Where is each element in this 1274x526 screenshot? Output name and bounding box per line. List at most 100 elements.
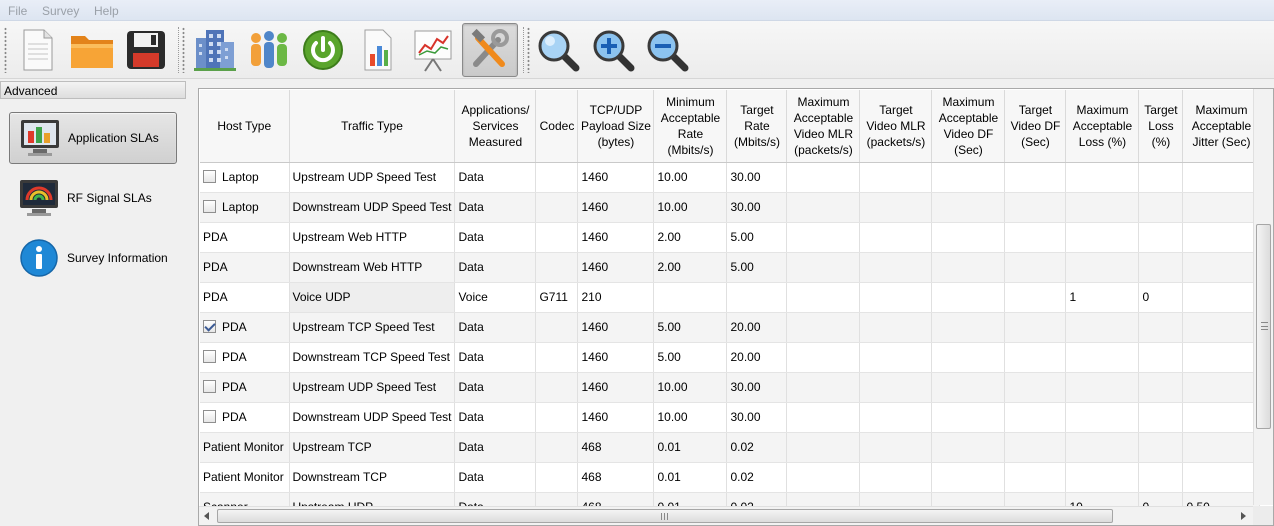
table-cell[interactable]	[859, 282, 933, 313]
table-cell[interactable]	[1004, 432, 1067, 463]
table-cell[interactable]	[931, 282, 1006, 313]
table-cell[interactable]	[1182, 312, 1261, 343]
table-cell[interactable]: Data	[454, 312, 537, 343]
new-document-button[interactable]	[12, 24, 64, 76]
table-cell[interactable]: 210	[577, 282, 655, 313]
vertical-scrollbar[interactable]	[1253, 89, 1273, 505]
table-cell[interactable]: PDA	[200, 222, 290, 253]
table-cell[interactable]: Upstream UDP Speed Test	[289, 162, 456, 193]
table-cell[interactable]	[1004, 252, 1067, 283]
column-header[interactable]: Applications/ Services Measured	[454, 90, 537, 163]
table-cell[interactable]: 5.00	[726, 222, 788, 253]
table-cell[interactable]	[859, 192, 933, 223]
report-button[interactable]	[351, 24, 403, 76]
table-cell[interactable]	[859, 252, 933, 283]
table-cell[interactable]	[1138, 162, 1184, 193]
menu-file[interactable]: File	[8, 4, 27, 18]
table-cell[interactable]	[1065, 162, 1140, 193]
table-cell[interactable]: Upstream UDP Speed Test	[289, 372, 456, 403]
table-cell[interactable]	[786, 222, 861, 253]
table-cell[interactable]: 2.00	[653, 222, 728, 253]
table-cell[interactable]: 0.01	[653, 432, 728, 463]
table-cell[interactable]: Data	[454, 222, 537, 253]
table-cell[interactable]: 10.00	[653, 162, 728, 193]
table-cell[interactable]	[535, 342, 579, 373]
table-cell[interactable]: Voice	[454, 282, 537, 313]
table-cell[interactable]	[859, 462, 933, 493]
table-cell[interactable]	[931, 402, 1006, 433]
table-cell[interactable]	[1182, 342, 1261, 373]
table-cell[interactable]	[1004, 192, 1067, 223]
table-cell[interactable]	[535, 402, 579, 433]
table-cell[interactable]: Laptop	[200, 162, 290, 193]
table-cell[interactable]	[1065, 342, 1140, 373]
table-cell[interactable]	[1182, 282, 1261, 313]
table-cell[interactable]	[931, 462, 1006, 493]
table-cell[interactable]	[535, 222, 579, 253]
table-cell[interactable]	[1065, 372, 1140, 403]
table-cell[interactable]	[1138, 372, 1184, 403]
column-header[interactable]: Codec	[535, 90, 579, 163]
table-cell[interactable]: Data	[454, 252, 537, 283]
table-cell[interactable]	[1065, 402, 1140, 433]
table-cell[interactable]: 10.00	[653, 372, 728, 403]
table-cell[interactable]: 10.00	[653, 402, 728, 433]
table-cell[interactable]	[535, 432, 579, 463]
table-cell[interactable]	[1065, 312, 1140, 343]
table-cell[interactable]	[859, 222, 933, 253]
table-row[interactable]: Patient Monitor Upstream TCP Data 468 0.01 0.…	[200, 432, 1261, 463]
table-cell[interactable]: PDA	[200, 282, 290, 313]
table-cell[interactable]: Downstream UDP Speed Test	[289, 192, 456, 223]
column-header[interactable]: Maximum Acceptable Jitter (Sec)	[1182, 90, 1261, 163]
table-cell[interactable]	[786, 312, 861, 343]
column-header[interactable]: Target Rate (Mbits/s)	[726, 90, 788, 163]
column-header[interactable]: Host Type	[200, 90, 290, 163]
table-cell[interactable]	[786, 342, 861, 373]
toolbar-grip[interactable]	[527, 27, 530, 73]
table-cell[interactable]	[726, 282, 788, 313]
table-cell[interactable]	[786, 162, 861, 193]
table-cell[interactable]: PDA	[200, 342, 290, 373]
table-cell[interactable]	[1004, 282, 1067, 313]
table-cell[interactable]: 30.00	[726, 402, 788, 433]
horizontal-scroll-thumb[interactable]	[217, 509, 1113, 523]
table-cell[interactable]: Upstream Web HTTP	[289, 222, 456, 253]
table-cell[interactable]	[1065, 462, 1140, 493]
table-cell[interactable]	[931, 192, 1006, 223]
table-cell[interactable]: 1460	[577, 252, 655, 283]
table-cell[interactable]: 1460	[577, 372, 655, 403]
table-cell[interactable]: 1460	[577, 342, 655, 373]
table-cell[interactable]	[1182, 432, 1261, 463]
table-cell[interactable]	[859, 312, 933, 343]
table-row[interactable]: PDA Upstream UDP Speed Test Data 1460 10.00 3…	[200, 372, 1261, 403]
table-cell[interactable]	[931, 342, 1006, 373]
table-cell[interactable]: 0.02	[726, 432, 788, 463]
table-cell[interactable]: 5.00	[726, 252, 788, 283]
table-cell[interactable]	[1182, 162, 1261, 193]
table-cell[interactable]: Laptop	[200, 192, 290, 223]
table-cell[interactable]: 30.00	[726, 192, 788, 223]
open-folder-button[interactable]	[66, 24, 118, 76]
table-row[interactable]: PDA Voice UDP Voice G711 210 1 0	[200, 282, 1261, 313]
scroll-right-icon[interactable]	[1241, 512, 1246, 520]
zoom-button[interactable]	[532, 24, 584, 76]
table-cell[interactable]	[786, 282, 861, 313]
zoom-in-button[interactable]	[587, 24, 639, 76]
table-cell[interactable]	[931, 222, 1006, 253]
row-checkbox[interactable]	[203, 350, 216, 363]
table-cell[interactable]	[1065, 222, 1140, 253]
table-cell[interactable]: 468	[577, 432, 655, 463]
table-cell[interactable]	[786, 192, 861, 223]
column-header[interactable]: Maximum Acceptable Loss (%)	[1065, 90, 1140, 163]
sidebar-item-survey-information[interactable]: Survey Information	[9, 232, 177, 284]
table-cell[interactable]	[1138, 252, 1184, 283]
table-cell[interactable]: Patient Monitor	[200, 432, 290, 463]
table-cell[interactable]: 1460	[577, 222, 655, 253]
table-cell[interactable]: 0	[1138, 282, 1184, 313]
table-cell[interactable]	[1182, 252, 1261, 283]
table-cell[interactable]	[535, 372, 579, 403]
toolbar-grip[interactable]	[182, 27, 185, 73]
table-cell[interactable]: 2.00	[653, 252, 728, 283]
column-header[interactable]: TCP/UDP Payload Size (bytes)	[577, 90, 655, 163]
table-cell[interactable]	[1004, 162, 1067, 193]
